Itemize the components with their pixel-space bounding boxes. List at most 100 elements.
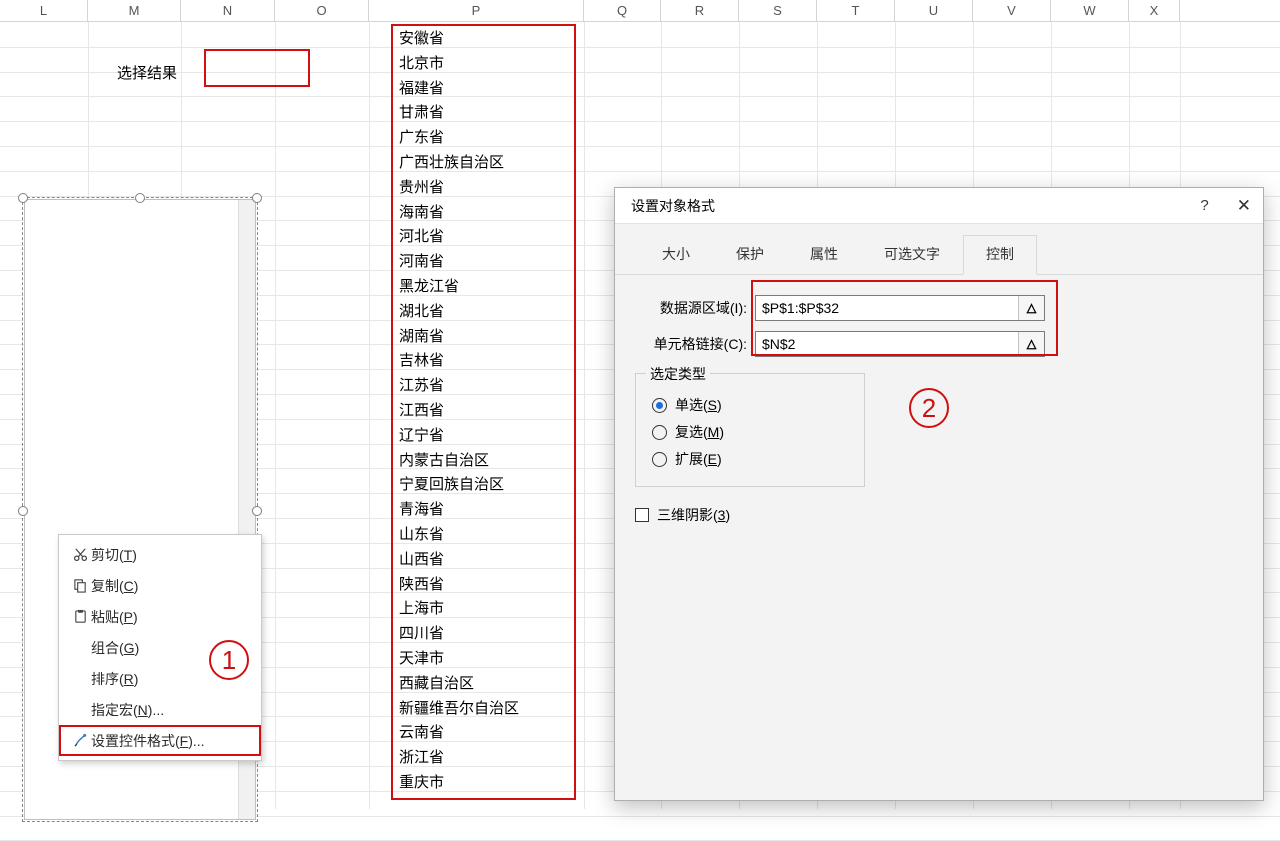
province-cell[interactable]: 黑龙江省: [399, 275, 574, 300]
province-cell[interactable]: 湖北省: [399, 300, 574, 325]
format-object-dialog: 设置对象格式 ? ✕ 大小保护属性可选文字控制 数据源区域(I): 单元格链接(…: [614, 187, 1264, 801]
province-cell[interactable]: 吉林省: [399, 349, 574, 374]
col-header-V[interactable]: V: [973, 0, 1051, 21]
source-range-input[interactable]: [756, 296, 1018, 320]
tab-大小[interactable]: 大小: [639, 235, 713, 275]
ctx-item-paste[interactable]: 粘贴(P): [59, 601, 261, 632]
col-header-P[interactable]: P: [369, 0, 584, 21]
tab-可选文字[interactable]: 可选文字: [861, 235, 963, 275]
province-cell[interactable]: 江苏省: [399, 374, 574, 399]
province-cell[interactable]: 上海市: [399, 597, 574, 622]
scissors-icon: [69, 547, 91, 562]
shadow-checkbox-row[interactable]: 三维阴影(3): [635, 505, 1243, 525]
ctx-item-label: 组合(G): [91, 638, 139, 658]
cell-label-select-result: 选择结果: [117, 62, 177, 83]
ctx-item-scissors[interactable]: 剪切(T): [59, 539, 261, 570]
col-header-O[interactable]: O: [275, 0, 369, 21]
copy-icon: [69, 578, 91, 593]
province-cell[interactable]: 新疆维吾尔自治区: [399, 697, 574, 722]
tab-控制[interactable]: 控制: [963, 235, 1037, 275]
selection-handle[interactable]: [252, 506, 262, 516]
checkbox-icon[interactable]: [635, 508, 649, 522]
ctx-item-format[interactable]: 设置控件格式(F)...: [59, 725, 261, 756]
ctx-item-label: 粘贴(P): [91, 607, 138, 627]
province-cell[interactable]: 湖南省: [399, 325, 574, 350]
col-header-L[interactable]: L: [0, 0, 88, 21]
range-picker-icon[interactable]: [1018, 332, 1044, 356]
ctx-item-label: 复制(C): [91, 576, 138, 596]
dialog-help-button[interactable]: ?: [1200, 197, 1208, 214]
col-header-W[interactable]: W: [1051, 0, 1129, 21]
ctx-item-copy[interactable]: 复制(C): [59, 570, 261, 601]
province-cell[interactable]: 广西壮族自治区: [399, 151, 574, 176]
ctx-item-label: 设置控件格式(F)...: [91, 731, 205, 751]
ctx-item-label: 指定宏(N)...: [91, 700, 164, 720]
tab-属性[interactable]: 属性: [787, 235, 861, 275]
dialog-title-text: 设置对象格式: [631, 196, 715, 216]
cell-link-input-wrap: [755, 331, 1045, 357]
callout-2: 2: [909, 388, 949, 428]
selection-handle[interactable]: [18, 506, 28, 516]
province-cell[interactable]: 河北省: [399, 225, 574, 250]
province-cell[interactable]: 天津市: [399, 647, 574, 672]
col-header-T[interactable]: T: [817, 0, 895, 21]
col-header-Q[interactable]: Q: [584, 0, 661, 21]
selection-handle[interactable]: [135, 193, 145, 203]
col-header-S[interactable]: S: [739, 0, 817, 21]
selection-type-group: 选定类型 单选(S)复选(M)扩展(E): [635, 373, 865, 487]
province-cell[interactable]: 贵州省: [399, 176, 574, 201]
range-picker-icon[interactable]: [1018, 296, 1044, 320]
selection-handle[interactable]: [252, 193, 262, 203]
col-header-R[interactable]: R: [661, 0, 739, 21]
province-cell[interactable]: 内蒙古自治区: [399, 449, 574, 474]
province-cell[interactable]: 福建省: [399, 77, 574, 102]
province-cell[interactable]: 山西省: [399, 548, 574, 573]
province-cell[interactable]: 西藏自治区: [399, 672, 574, 697]
column-headers: LMNOPQRSTUVWX: [0, 0, 1280, 22]
source-range-input-wrap: [755, 295, 1045, 321]
radio-label: 扩展(E): [675, 449, 722, 469]
province-cell[interactable]: 青海省: [399, 498, 574, 523]
paste-icon: [69, 609, 91, 624]
callout-1: 1: [209, 640, 249, 680]
radio-icon[interactable]: [652, 452, 667, 467]
dialog-titlebar[interactable]: 设置对象格式 ? ✕: [615, 188, 1263, 224]
shadow-checkbox-label: 三维阴影(3): [657, 505, 730, 525]
ctx-item-指定宏[interactable]: 指定宏(N)...: [59, 694, 261, 725]
ctx-item-label: 排序(R): [91, 669, 138, 689]
radio-label: 单选(S): [675, 395, 722, 415]
province-cell[interactable]: 广东省: [399, 126, 574, 151]
radio-扩展[interactable]: 扩展(E): [652, 449, 848, 469]
dialog-tabs: 大小保护属性可选文字控制: [615, 224, 1263, 275]
province-cell[interactable]: 辽宁省: [399, 424, 574, 449]
selection-handle[interactable]: [18, 193, 28, 203]
col-header-X[interactable]: X: [1129, 0, 1180, 21]
format-icon: [69, 733, 91, 748]
radio-单选[interactable]: 单选(S): [652, 395, 848, 415]
radio-icon[interactable]: [652, 425, 667, 440]
province-cell[interactable]: 云南省: [399, 721, 574, 746]
province-cell[interactable]: 陕西省: [399, 573, 574, 598]
col-header-M[interactable]: M: [88, 0, 181, 21]
close-icon[interactable]: ✕: [1237, 196, 1251, 216]
province-cell[interactable]: 山东省: [399, 523, 574, 548]
province-cell[interactable]: 甘肃省: [399, 101, 574, 126]
province-cell[interactable]: 重庆市: [399, 771, 574, 796]
cell-link-label: 单元格链接(C):: [635, 334, 755, 354]
province-cell[interactable]: 安徽省: [399, 27, 574, 52]
province-cell[interactable]: 北京市: [399, 52, 574, 77]
province-cell[interactable]: 河南省: [399, 250, 574, 275]
province-cell[interactable]: 四川省: [399, 622, 574, 647]
radio-icon[interactable]: [652, 398, 667, 413]
col-header-U[interactable]: U: [895, 0, 973, 21]
province-cell[interactable]: 浙江省: [399, 746, 574, 771]
radio-label: 复选(M): [675, 422, 724, 442]
tab-保护[interactable]: 保护: [713, 235, 787, 275]
cell-link-input[interactable]: [756, 332, 1018, 356]
province-cell[interactable]: 江西省: [399, 399, 574, 424]
radio-复选[interactable]: 复选(M): [652, 422, 848, 442]
province-cell[interactable]: 宁夏回族自治区: [399, 473, 574, 498]
province-cell[interactable]: 海南省: [399, 201, 574, 226]
group-legend: 选定类型: [646, 364, 710, 384]
col-header-N[interactable]: N: [181, 0, 275, 21]
